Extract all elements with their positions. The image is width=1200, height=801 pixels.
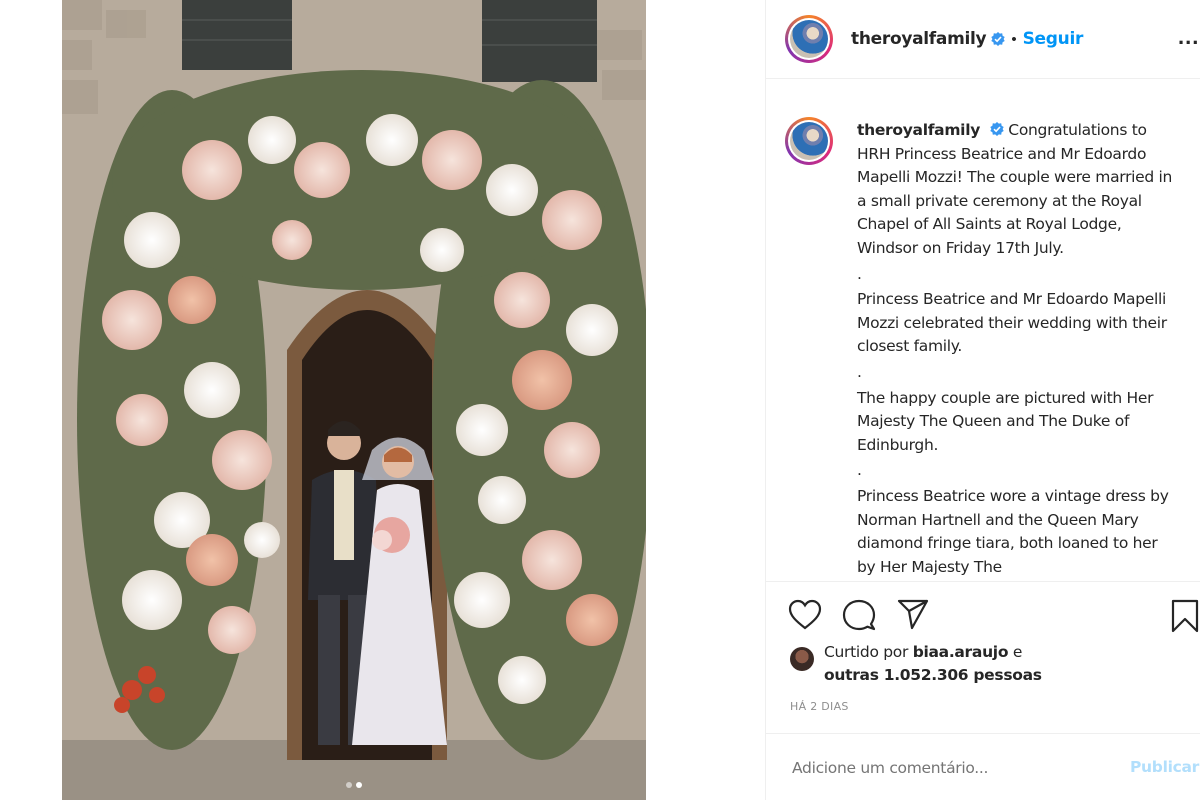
liker-username[interactable]: biaa.araujo: [913, 643, 1009, 661]
caption-paragraph: The happy couple are pictured with Her M…: [857, 388, 1154, 454]
caption-paragraph: Congratulations to HRH Princess Beatrice…: [857, 121, 1173, 257]
carousel-indicator: [62, 782, 646, 788]
caption-paragraph: Princess Beatrice and Mr Edoardo Mapelli…: [857, 290, 1167, 356]
liked-by-prefix: Curtido por: [824, 643, 909, 661]
caption-paragraph: Princess Beatrice wore a vintage dress b…: [857, 486, 1169, 576]
post-photo[interactable]: [62, 0, 646, 800]
more-options-icon[interactable]: ...: [1178, 24, 1199, 50]
post-timestamp[interactable]: HÁ 2 DIAS: [790, 700, 849, 713]
wedding-photo-illustration: [62, 0, 646, 800]
caption-username[interactable]: theroyalfamily: [857, 121, 980, 139]
comment-input[interactable]: [790, 757, 1094, 778]
caption-dot-separator: .: [857, 461, 862, 480]
likes-connector: e: [1012, 643, 1023, 661]
paper-plane-icon[interactable]: [896, 599, 930, 631]
likes-others-link[interactable]: outras 1.052.306 pessoas: [824, 666, 1042, 684]
comment-bar: Publicar: [766, 733, 1200, 801]
caption-author-avatar[interactable]: [785, 117, 833, 165]
caption-dot-separator: .: [857, 362, 862, 381]
carousel-dot: [346, 782, 352, 788]
author-username[interactable]: theroyalfamily: [851, 29, 987, 49]
follow-button[interactable]: Seguir: [1023, 29, 1084, 49]
post-actions: [766, 581, 1200, 648]
author-avatar[interactable]: [785, 15, 833, 63]
heart-icon[interactable]: [788, 599, 822, 631]
publish-button[interactable]: Publicar: [1130, 758, 1199, 776]
caption-scroll-area[interactable]: theroyalfamily Congratulations to HRH Pr…: [766, 79, 1200, 581]
likes-summary: Curtido por biaa.araujo e outras 1.052.3…: [790, 641, 1042, 687]
post-side-panel: theroyalfamily • Seguir ... theroyalfami…: [765, 0, 1200, 800]
caption-dot-separator: .: [857, 264, 862, 283]
bookmark-icon[interactable]: [1170, 599, 1200, 633]
carousel-dot-active: [356, 782, 362, 788]
comment-bubble-icon[interactable]: [842, 599, 876, 631]
post-caption: theroyalfamily Congratulations to HRH Pr…: [857, 119, 1177, 581]
liker-avatar[interactable]: [790, 647, 814, 671]
header-separator: •: [1011, 30, 1017, 48]
verified-badge-icon: [989, 122, 1004, 136]
verified-badge-icon: [991, 32, 1006, 46]
post-header: theroyalfamily • Seguir ...: [766, 0, 1200, 79]
